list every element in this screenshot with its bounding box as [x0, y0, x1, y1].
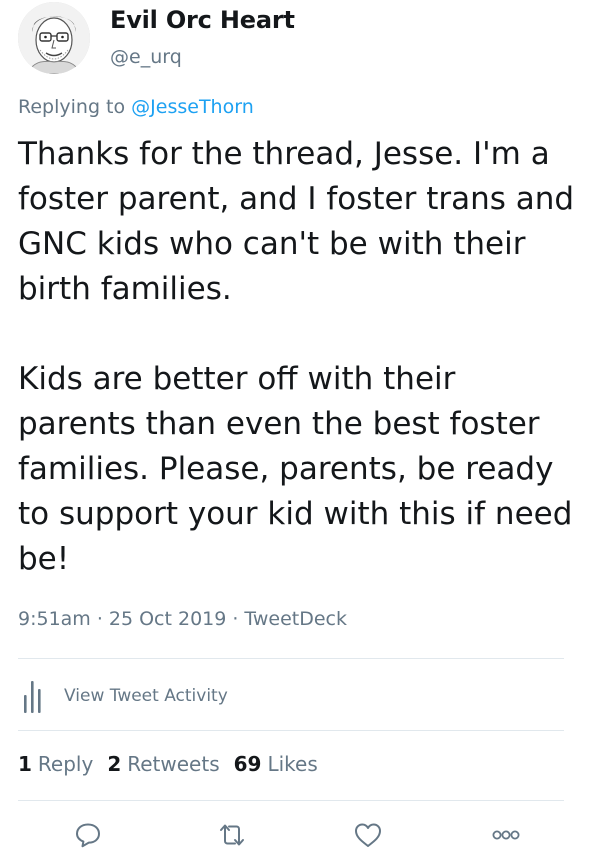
tweet-paragraph: Kids are better off with their parents t…	[18, 361, 573, 577]
more-button[interactable]	[486, 815, 526, 855]
heart-icon	[355, 823, 381, 847]
tweet-source[interactable]: TweetDeck	[244, 608, 347, 630]
tweet-time[interactable]: 9:51am	[18, 608, 91, 630]
bar-chart-icon	[18, 677, 46, 715]
tweet-meta: 9:51am · 25 Oct 2019 · TweetDeck	[18, 608, 347, 630]
meta-separator: ·	[96, 608, 103, 630]
replies-count: 1	[18, 752, 32, 776]
retweets-stat[interactable]: 2 Retweets	[107, 752, 219, 776]
view-tweet-activity-button[interactable]: View Tweet Activity	[18, 676, 228, 716]
tweet-date[interactable]: 25 Oct 2019	[109, 608, 226, 630]
reply-button[interactable]	[68, 815, 108, 855]
divider	[18, 730, 564, 731]
retweet-arrows-icon	[220, 824, 244, 846]
retweet-button[interactable]	[212, 815, 252, 855]
view-tweet-activity-label: View Tweet Activity	[64, 686, 228, 706]
cartoon-face-icon	[18, 2, 90, 74]
avatar[interactable]	[18, 2, 90, 74]
retweets-count: 2	[107, 752, 122, 776]
replying-to: Replying to @JesseThorn	[18, 96, 254, 118]
likes-count: 69	[233, 752, 262, 776]
tweet-actions	[0, 815, 598, 855]
divider	[18, 658, 564, 659]
reply-target-link[interactable]: @JesseThorn	[131, 96, 254, 118]
like-button[interactable]	[348, 815, 388, 855]
tweet-header: Evil Orc Heart @e_urq	[18, 2, 578, 74]
retweets-label: Retweets	[127, 752, 220, 776]
tweet-stats: 1 Reply 2 Retweets 69 Likes	[18, 752, 332, 776]
divider	[18, 800, 564, 801]
likes-label: Likes	[267, 752, 318, 776]
display-name[interactable]: Evil Orc Heart	[110, 6, 295, 34]
speech-bubble-icon	[76, 823, 100, 848]
replies-stat[interactable]: 1 Reply	[18, 752, 93, 776]
replies-label: Reply	[37, 752, 94, 776]
user-handle[interactable]: @e_urq	[110, 46, 182, 68]
tweet-text: Thanks for the thread, Jesse. I'm a fost…	[18, 132, 578, 582]
likes-stat[interactable]: 69 Likes	[234, 752, 318, 776]
meta-separator: ·	[232, 608, 239, 630]
replying-to-prefix: Replying to	[18, 96, 126, 118]
tweet-paragraph: Thanks for the thread, Jesse. I'm a fost…	[18, 136, 575, 307]
more-dots-icon	[492, 830, 520, 840]
